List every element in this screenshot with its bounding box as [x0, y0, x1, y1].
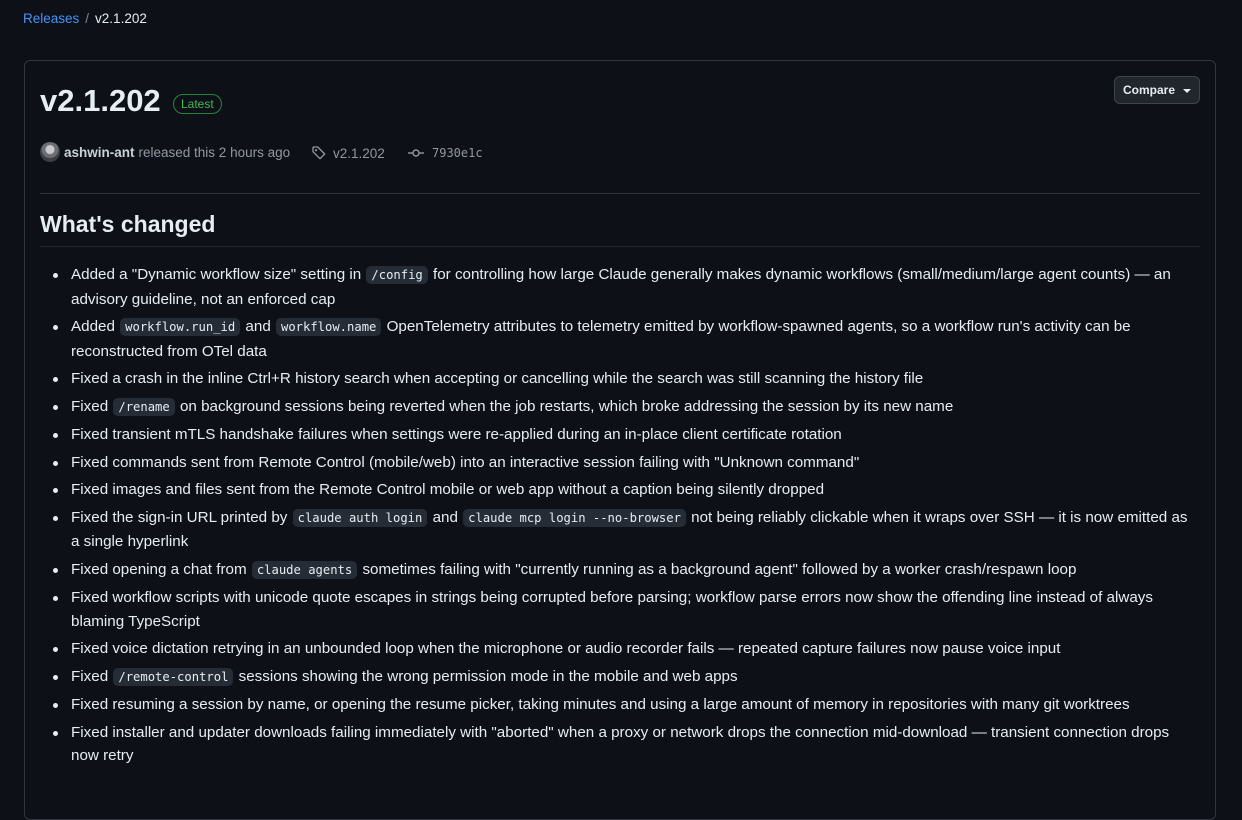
change-item: Added workflow.run_id and workflow.name …: [53, 315, 1200, 363]
avatar[interactable]: [40, 142, 60, 162]
change-text: Fixed images and files sent from the Rem…: [71, 481, 825, 498]
inline-code: workflow.name: [275, 318, 382, 336]
inline-code: /rename: [113, 397, 175, 416]
inline-code: workflow.run_id: [120, 318, 241, 336]
changes-list: Added a "Dynamic workflow size" setting …: [40, 263, 1200, 772]
change-text: Fixed voice dictation retrying in an unb…: [71, 640, 1061, 657]
change-text: Fixed resuming a session by name, or ope…: [71, 696, 1130, 713]
heading-underline: [40, 246, 1200, 247]
change-text: Added a "Dynamic workflow size" setting …: [71, 266, 366, 283]
commit-link[interactable]: 7930e1c: [408, 145, 483, 161]
latest-badge: Latest: [173, 94, 222, 114]
release-meta: ashwin-ant released this 2 hours ago v2.…: [40, 142, 1200, 162]
change-item: Fixed a crash in the inline Ctrl+R histo…: [53, 367, 1200, 391]
change-text: Fixed workflow scripts with unicode quot…: [71, 589, 1153, 630]
change-text: and: [428, 508, 463, 526]
tag-label: v2.1.202: [333, 145, 385, 161]
author-link[interactable]: ashwin-ant: [64, 145, 135, 160]
change-text: Added: [71, 318, 120, 335]
inline-code: claude mcp login --no-browser: [463, 508, 686, 527]
change-text: Fixed transient mTLS handshake failures …: [71, 426, 842, 443]
tag-link[interactable]: v2.1.202: [311, 145, 385, 161]
released-text: released this 2 hours ago: [138, 144, 291, 160]
change-item: Fixed images and files sent from the Rem…: [53, 478, 1200, 502]
divider: [40, 193, 1200, 194]
chevron-down-icon: [1183, 89, 1191, 93]
section-heading: What's changed: [40, 211, 216, 237]
breadcrumb: Releases / v2.1.202: [23, 11, 147, 26]
change-item: Fixed the sign-in URL printed by claude …: [53, 506, 1200, 554]
commit-icon: [408, 149, 424, 157]
change-item: Fixed /rename on background sessions bei…: [53, 395, 1200, 420]
tag-icon: [312, 146, 326, 160]
change-item: Fixed /remote-control sessions showing t…: [53, 665, 1200, 690]
release-card: v2.1.202 Latest Compare ashwin-ant relea…: [24, 60, 1216, 820]
inline-code: /remote-control: [113, 667, 234, 686]
change-text: sessions showing the wrong permission mo…: [234, 667, 738, 685]
change-text: sometimes failing with "currently runnin…: [358, 560, 1077, 578]
breadcrumb-separator: /: [85, 11, 90, 26]
change-text: Fixed installer and updater downloads fa…: [71, 723, 1170, 765]
change-text: Fixed a crash in the inline Ctrl+R histo…: [71, 370, 924, 387]
breadcrumb-current: v2.1.202: [95, 11, 147, 26]
change-item: Fixed opening a chat from claude agents …: [53, 558, 1200, 583]
inline-code: claude auth login: [292, 508, 428, 527]
change-text: Fixed: [71, 667, 113, 685]
change-text: Fixed commands sent from Remote Control …: [71, 453, 860, 471]
change-item: Fixed workflow scripts with unicode quot…: [53, 586, 1200, 633]
change-item: Added a "Dynamic workflow size" setting …: [53, 263, 1200, 311]
compare-button-label: Compare: [1122, 83, 1175, 97]
change-item: Fixed voice dictation retrying in an unb…: [53, 637, 1200, 661]
change-text: Fixed the sign-in URL printed by: [71, 508, 292, 526]
change-item: Fixed transient mTLS handshake failures …: [53, 423, 1200, 447]
change-text: on background sessions being reverted wh…: [175, 397, 954, 415]
change-text: Fixed opening a chat from: [71, 560, 251, 578]
breadcrumb-releases-link[interactable]: Releases: [23, 11, 79, 26]
change-item: Fixed resuming a session by name, or ope…: [53, 693, 1200, 717]
commit-sha: 7930e1c: [432, 146, 483, 160]
compare-button[interactable]: Compare: [1114, 76, 1200, 104]
inline-code: /config: [366, 266, 428, 284]
change-item: Fixed installer and updater downloads fa…: [53, 721, 1200, 768]
inline-code: claude agents: [251, 560, 358, 579]
change-text: and: [241, 318, 275, 335]
release-title[interactable]: v2.1.202: [40, 83, 161, 119]
change-item: Fixed commands sent from Remote Control …: [53, 451, 1200, 475]
change-text: Fixed: [71, 397, 113, 415]
